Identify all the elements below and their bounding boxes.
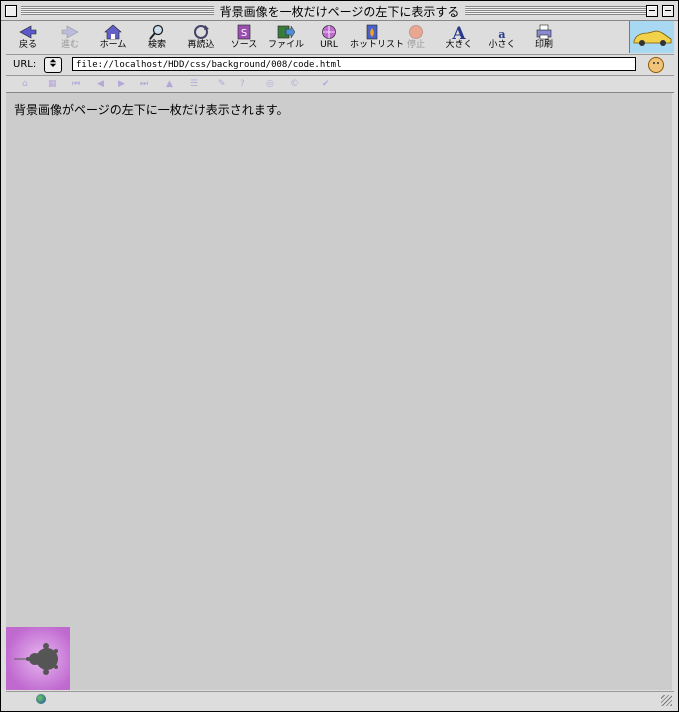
- url-label: URL: [320, 40, 338, 50]
- svg-text:S: S: [241, 28, 247, 39]
- collapse-box[interactable]: [662, 5, 674, 17]
- forward-label: 進む: [60, 40, 79, 50]
- source-button[interactable]: S ソース: [222, 23, 266, 53]
- print-button[interactable]: 印刷: [522, 23, 566, 53]
- hotlist-button[interactable]: ホットリスト: [350, 23, 405, 53]
- navigation-links-bar: ⌂ ▦ ⏮ ◀ ▶ ⏭ ▲ ☰ ✎ ? ◎ © ✔: [6, 76, 674, 93]
- stop-label: 停止: [406, 40, 425, 50]
- nav-search-icon[interactable]: ◎: [266, 79, 274, 89]
- forward-button[interactable]: 進む: [48, 23, 92, 53]
- nav-copyright-icon[interactable]: ©: [290, 79, 299, 89]
- page-content: 背景画像がページの左下に一枚だけ表示されます。: [6, 93, 672, 690]
- url-input[interactable]: file://localhost/HDD/css/background/008/…: [72, 57, 636, 71]
- resize-grip[interactable]: [661, 695, 672, 706]
- nav-edit-icon[interactable]: ✎: [218, 79, 226, 89]
- url-button[interactable]: URL: [307, 23, 351, 53]
- file-button[interactable]: ファイル: [264, 23, 308, 53]
- window-title: 背景画像を一枚だけページの左下に表示する: [213, 3, 466, 20]
- print-label: 印刷: [534, 40, 553, 50]
- font-larger-icon: A: [451, 24, 466, 40]
- page-text: 背景画像がページの左下に一枚だけ表示されます。: [14, 103, 289, 117]
- background-image-mandelbrot: [6, 627, 70, 690]
- browser-window: 背景画像を一枚だけページの左下に表示する 戻る 進む ホーム 検索 再読込 S …: [0, 0, 679, 712]
- search-button[interactable]: 検索: [135, 23, 179, 53]
- smaller-button[interactable]: a 小さく: [480, 23, 524, 53]
- home-icon: [104, 24, 122, 40]
- home-button[interactable]: ホーム: [91, 23, 135, 53]
- search-label: 検索: [147, 40, 166, 50]
- mandelbrot-fractal-image: [6, 627, 70, 690]
- search-icon: [149, 24, 164, 40]
- nav-next-icon[interactable]: ▶: [118, 79, 125, 89]
- nav-previous-icon[interactable]: ◀: [97, 79, 104, 89]
- nav-last-icon[interactable]: ⏭: [140, 79, 148, 89]
- address-bar: URL: file://localhost/HDD/css/background…: [6, 55, 674, 76]
- svg-text:A: A: [451, 24, 466, 40]
- car-logo-icon: [633, 30, 672, 46]
- nav-first-icon[interactable]: ⏮: [72, 79, 80, 89]
- browser-logo: [629, 21, 674, 53]
- hotlist-label: ホットリスト: [350, 40, 405, 50]
- nav-index-icon[interactable]: ☰: [190, 79, 198, 89]
- back-label: 戻る: [18, 40, 37, 50]
- print-icon: [536, 24, 552, 40]
- title-bar[interactable]: 背景画像を一枚だけページの左下に表示する: [1, 1, 678, 21]
- larger-button[interactable]: A 大きく: [437, 23, 481, 53]
- nav-home-icon[interactable]: ⌂: [22, 79, 28, 89]
- globe-icon: [36, 694, 46, 704]
- nav-up-icon[interactable]: ▲: [166, 79, 173, 89]
- toolbar: 戻る 進む ホーム 検索 再読込 S ソース ファイル URL ホットリスト 停…: [6, 21, 674, 55]
- reload-icon: [194, 25, 209, 39]
- stop-icon: [409, 25, 423, 39]
- globe-icon: [322, 25, 336, 39]
- nav-bookmark-icon[interactable]: ✔: [322, 79, 330, 89]
- nav-contents-icon[interactable]: ▦: [48, 79, 57, 89]
- stop-button[interactable]: 停止: [394, 23, 438, 53]
- back-button[interactable]: 戻る: [6, 23, 50, 53]
- reload-label: 再読込: [187, 40, 215, 50]
- updown-arrows-icon: [49, 59, 57, 67]
- source-icon: S: [237, 24, 251, 40]
- reload-button[interactable]: 再読込: [179, 23, 223, 53]
- status-bar: [6, 691, 674, 708]
- home-label: ホーム: [99, 40, 127, 50]
- file-label: ファイル: [267, 40, 304, 50]
- zoom-box[interactable]: [646, 5, 658, 17]
- smiley-icon[interactable]: [648, 57, 664, 73]
- forward-arrow-icon: [61, 25, 79, 39]
- url-field-label: URL:: [13, 59, 37, 70]
- back-arrow-icon: [19, 25, 37, 39]
- close-box[interactable]: [5, 5, 17, 17]
- url-history-popup[interactable]: [44, 57, 62, 73]
- font-smaller-icon: a: [498, 28, 505, 40]
- smaller-label: 小さく: [488, 40, 516, 50]
- file-icon: [277, 25, 295, 39]
- svg-text:a: a: [498, 28, 505, 40]
- nav-help-icon[interactable]: ?: [240, 79, 245, 89]
- hotlist-icon: [366, 24, 378, 40]
- larger-label: 大きく: [445, 40, 473, 50]
- source-label: ソース: [230, 40, 258, 50]
